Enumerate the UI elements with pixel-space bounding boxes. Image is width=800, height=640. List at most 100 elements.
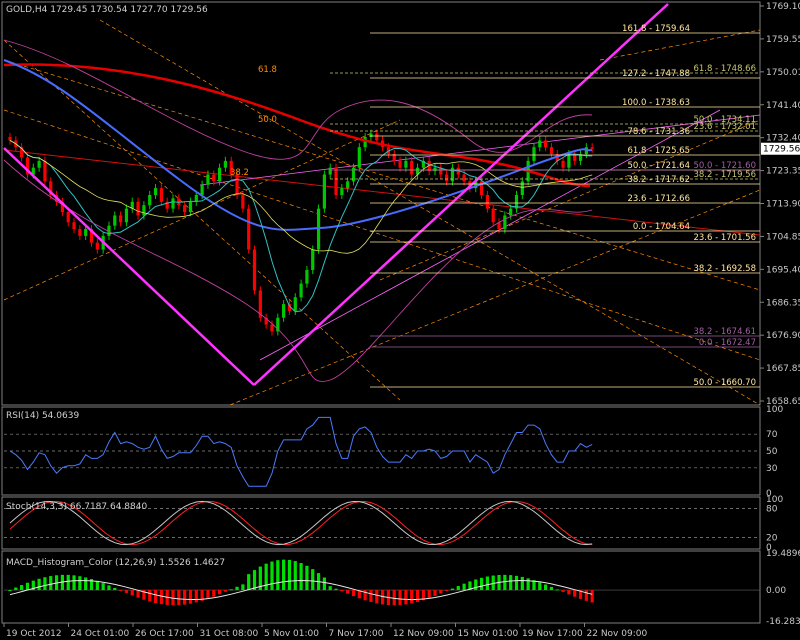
candle-body	[375, 133, 379, 141]
time-tick-label: 24 Oct 01:00	[71, 629, 130, 639]
macd-histogram-bar	[159, 590, 163, 605]
macd-histogram-bar	[404, 590, 408, 605]
macd-histogram-bar	[328, 586, 332, 591]
candle-body	[66, 212, 70, 223]
time-tick-label: 31 Oct 08:00	[200, 629, 259, 639]
candle-body	[200, 184, 204, 195]
fib-level-label: 38.2 - 1674.61	[693, 327, 756, 337]
fib-level-label: 23.6 - 1701.56	[693, 233, 756, 243]
candle-body	[43, 160, 47, 182]
fib-level-label: 0.0 - 1704.64	[633, 222, 690, 232]
candle-body	[212, 174, 216, 182]
macd-histogram-bar	[270, 561, 274, 591]
candle-body	[153, 188, 158, 195]
macd-tick-label: 19.4896	[766, 549, 800, 559]
rsi-plot	[4, 416, 760, 487]
macd-histogram-bar	[509, 575, 513, 591]
macd-histogram-bar	[311, 569, 315, 591]
fib-level-label: 0.0 - 1672.47	[699, 338, 756, 348]
macd-histogram-bar	[561, 590, 565, 592]
ma-blue-line	[3, 59, 593, 231]
macd-histogram-bar	[66, 574, 70, 591]
macd-histogram-bar	[194, 590, 198, 603]
macd-histogram-bar	[526, 578, 530, 591]
macd-histogram-bar	[113, 587, 117, 591]
macd-histogram-bar	[43, 577, 47, 591]
macd-histogram-bar	[479, 577, 484, 591]
fib-level-label: 50.0 - 1721.64	[627, 161, 690, 171]
macd-histogram-bar	[8, 590, 12, 592]
rsi-line	[9, 416, 593, 487]
macd-histogram-bar	[375, 590, 379, 604]
candle-body	[357, 147, 361, 168]
candle-body	[148, 194, 152, 206]
candle-body	[72, 222, 76, 230]
macd-histogram-bar	[282, 559, 286, 591]
chart-window: 161.8 - 1759.64 127.2 - 1747.88 61.8 - 174…	[0, 0, 800, 640]
macd-histogram-bar	[392, 590, 396, 606]
macd-histogram-bar	[49, 576, 53, 591]
time-tick-label: 19 Oct 2012	[6, 629, 62, 639]
fib-level-label: 161.8 - 1759.64	[622, 24, 690, 34]
candle-body	[136, 201, 140, 216]
candle-body	[171, 198, 175, 209]
macd-histogram-bar	[544, 584, 548, 591]
macd-histogram-bar	[445, 590, 449, 592]
candle-body	[183, 205, 187, 213]
candle-body	[340, 188, 344, 195]
macd-histogram-bar	[503, 574, 507, 591]
fib-level-label: 61.8 - 1725.65	[627, 146, 690, 156]
macd-histogram-bar	[433, 590, 437, 596]
candle-body	[509, 208, 513, 216]
fib-level-label: 38.2 - 1717.62	[627, 175, 690, 185]
candle-body	[252, 249, 257, 291]
trendline-up	[253, 3, 669, 386]
candle-body	[241, 194, 245, 209]
price-tick-label: 1759.55	[766, 35, 800, 45]
candle-body	[410, 160, 414, 175]
price-tick-label: 1686.35	[766, 298, 800, 308]
macd-histogram-bar	[25, 582, 30, 591]
rsi-tick-label: 50	[766, 447, 778, 457]
macd-histogram-bar	[276, 560, 280, 591]
macd-tick-label: 0.00	[766, 586, 786, 596]
macd-histogram-bar	[369, 590, 373, 603]
macd-histogram-bar	[322, 577, 326, 591]
macd-histogram-bar	[520, 576, 524, 591]
price-tick-label: 1769.10	[766, 2, 800, 12]
candle-body	[398, 160, 402, 168]
macd-histogram-bar	[119, 590, 123, 592]
candle-body	[8, 137, 12, 141]
macd-histogram-bar	[450, 588, 455, 591]
stoch-tick-label: 100	[766, 495, 783, 505]
stoch-tick-label: 20	[766, 533, 778, 543]
macd-histogram-bar	[235, 586, 239, 591]
candle-body	[159, 188, 163, 202]
macd-histogram-bar	[439, 590, 443, 594]
candle-body	[503, 215, 507, 230]
macd-histogram-bar	[462, 583, 466, 591]
candle-body	[293, 297, 297, 311]
price-tick-label: 1732.40	[766, 134, 800, 144]
macd-histogram-bar	[351, 590, 356, 597]
candle-body	[223, 160, 228, 168]
trendline-down	[3, 147, 255, 386]
candle-body	[194, 194, 198, 202]
candle-body	[462, 174, 466, 182]
macd-histogram-bar	[20, 585, 24, 591]
macd-histogram-bar	[590, 590, 594, 603]
candle-body	[78, 229, 82, 236]
candle-body	[282, 304, 286, 318]
macd-histogram-bar	[293, 561, 297, 591]
candle-body	[247, 208, 251, 250]
candle-body	[334, 167, 338, 195]
time-axis: 19 Oct 2012 24 Oct 01:00 26 Oct 17:00 31 Oc…	[3, 623, 647, 639]
macd-histogram-bar	[305, 565, 309, 591]
macd-histogram-bar	[264, 563, 268, 591]
fib-mid-label: 38.2	[230, 168, 249, 178]
macd-histogram-bar	[188, 590, 193, 604]
macd-histogram-bar	[456, 586, 460, 591]
chart-header: GOLD,H4 1729.45 1730.54 1727.70 1729.56	[6, 5, 208, 15]
macd-histogram-bar	[136, 590, 140, 598]
candle-body	[433, 167, 437, 172]
